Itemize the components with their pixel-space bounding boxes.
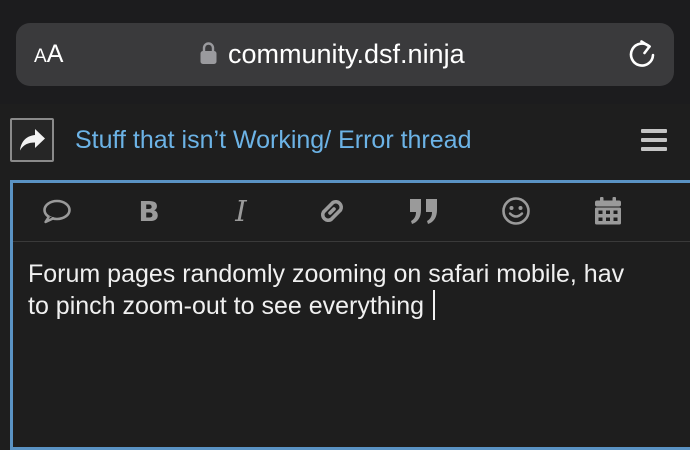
quote-icon xyxy=(410,199,437,224)
italic-icon: I xyxy=(235,194,247,228)
text-cursor xyxy=(433,290,436,320)
composer-textarea[interactable]: Forum pages randomly zooming on safari m… xyxy=(28,259,690,322)
text-size-button[interactable]: AA xyxy=(34,40,63,68)
calendar-icon xyxy=(595,197,621,225)
topic-title-link[interactable]: Stuff that isn’t Working/ Error thread xyxy=(75,124,471,156)
editor-text-line-2: to pinch zoom-out to see everything xyxy=(28,290,690,322)
hamburger-menu-icon[interactable] xyxy=(641,129,667,153)
lock-icon xyxy=(200,42,217,64)
calendar-button[interactable] xyxy=(591,193,625,229)
quote-button[interactable] xyxy=(407,193,441,229)
bold-icon: B xyxy=(138,194,160,228)
editor-text-line-2-content: to pinch zoom-out to see everything xyxy=(28,292,425,320)
editor-toolbar xyxy=(13,183,690,242)
reply-button[interactable] xyxy=(10,118,54,162)
url-text[interactable]: community.dsf.ninja xyxy=(228,36,465,72)
text-size-large-a: A xyxy=(46,40,64,68)
text-size-small-a: A xyxy=(34,46,47,67)
link-icon xyxy=(321,200,343,222)
bold-button[interactable]: B xyxy=(132,193,166,229)
reply-icon xyxy=(20,129,45,151)
link-button[interactable] xyxy=(315,193,349,229)
blockquote-button[interactable] xyxy=(40,193,74,229)
reload-icon[interactable] xyxy=(625,37,659,71)
italic-button[interactable]: I xyxy=(224,193,258,229)
emoji-icon xyxy=(502,197,530,225)
blockquote-icon xyxy=(43,199,71,224)
editor-text-line-1: Forum pages randomly zooming on safari m… xyxy=(28,260,625,288)
emoji-button[interactable] xyxy=(499,193,533,229)
